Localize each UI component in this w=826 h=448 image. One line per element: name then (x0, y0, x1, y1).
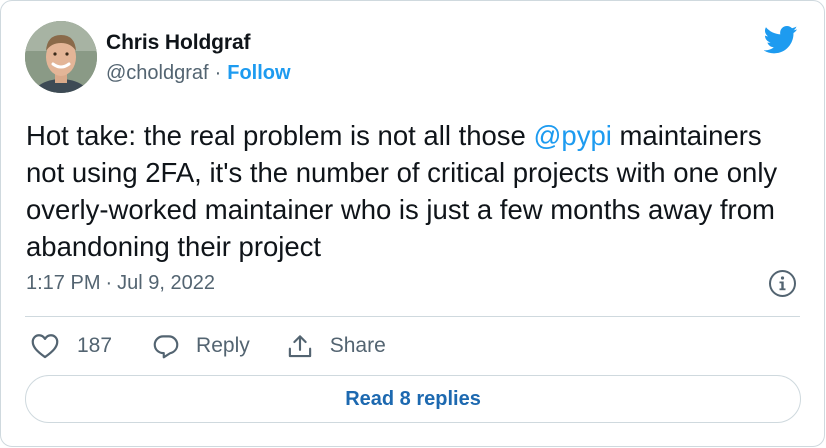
read-replies-label: Read 8 replies (345, 387, 481, 410)
timestamp-separator: · (105, 272, 113, 294)
divider (25, 316, 800, 317)
avatar-photo (25, 21, 97, 93)
twitter-bird-icon[interactable] (763, 25, 798, 55)
tweet-date: Jul 9, 2022 (117, 272, 216, 294)
share-label: Share (329, 334, 386, 357)
share-upload-icon (288, 334, 311, 357)
speech-bubble-icon (153, 334, 179, 358)
tweet-text-part-1: Hot take: the real problem is not all th… (26, 120, 534, 151)
reply-button[interactable]: Reply (152, 333, 250, 360)
action-bar: 187 Reply Share (31, 331, 386, 361)
like-button[interactable]: 187 (31, 333, 112, 359)
follow-link[interactable]: Follow (227, 62, 290, 84)
info-icon[interactable] (768, 269, 797, 298)
author-handle[interactable]: @choldgraf (106, 62, 209, 84)
read-replies-button[interactable]: Read 8 replies (25, 375, 801, 423)
tweet-time: 1:17 PM (26, 272, 101, 294)
tweet-timestamp[interactable]: 1:17 PM · Jul 9, 2022 (26, 272, 215, 295)
avatar[interactable] (25, 21, 97, 93)
heart-icon (31, 334, 59, 359)
handle-separator: · (214, 62, 222, 84)
tweet-text: Hot take: the real problem is not all th… (26, 117, 806, 265)
author-handle-row: @choldgraf · Follow (106, 62, 291, 85)
like-count: 187 (77, 334, 113, 357)
reply-label: Reply (196, 334, 250, 357)
share-button[interactable]: Share (286, 333, 386, 360)
author-name[interactable]: Chris Holdgraf (106, 31, 251, 55)
mention-link[interactable]: @pypi (534, 120, 612, 151)
tweet-card: Chris Holdgraf @choldgraf · Follow Hot tak… (0, 0, 825, 447)
